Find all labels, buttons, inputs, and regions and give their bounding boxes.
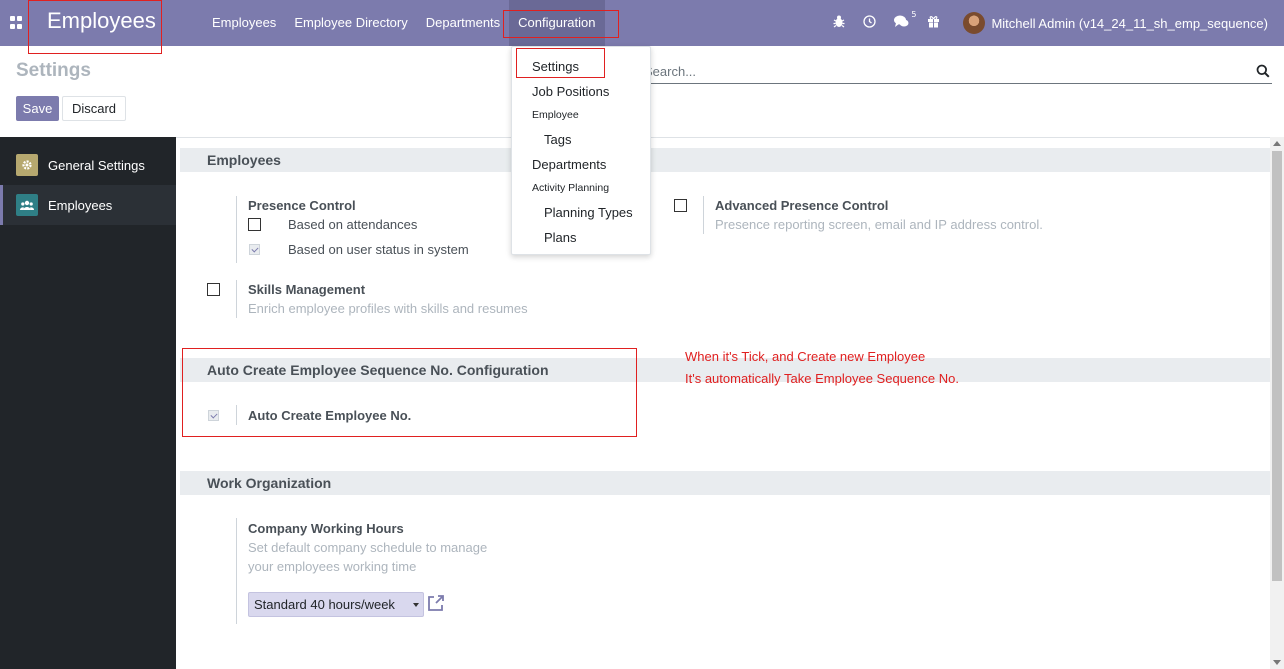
skills-checkbox[interactable] [207, 283, 220, 296]
divider [236, 405, 237, 425]
user-status-checkbox[interactable] [249, 244, 260, 255]
systray: 5 Mitchell Admin (v14_24_11_sh_emp_seque… [824, 0, 1284, 46]
sidebar-item-general-settings[interactable]: General Settings [0, 145, 176, 185]
sidebar-item-employees[interactable]: Employees [0, 185, 176, 225]
save-button[interactable]: Save [16, 96, 59, 121]
bug-icon[interactable] [833, 15, 845, 32]
discard-button[interactable]: Discard [62, 96, 126, 121]
dropdown-item-planning-types[interactable]: Planning Types [544, 205, 633, 220]
clock-icon[interactable] [863, 14, 877, 32]
search-input[interactable] [640, 60, 1230, 82]
dropdown-item-job-positions[interactable]: Job Positions [532, 84, 609, 99]
dropdown-header-activity-planning: Activity Planning [532, 182, 610, 194]
sidebar-item-label: Employees [48, 197, 113, 213]
attendances-label: Based on attendances [288, 217, 418, 232]
working-hours-value: Standard 40 hours/week [254, 597, 395, 612]
users-icon [16, 194, 38, 216]
menu-employee-directory[interactable]: Employee Directory [285, 0, 416, 46]
user-status-label: Based on user status in system [288, 242, 469, 257]
app-brand[interactable]: Employees [47, 8, 156, 34]
main-menu: Employees Employee Directory Departments… [203, 0, 605, 46]
search-icon[interactable] [1256, 64, 1270, 78]
annotation-note-line1: When it's Tick, and Create new Employee [685, 349, 926, 364]
dropdown-item-departments[interactable]: Departments [532, 157, 606, 172]
working-hours-desc-line1: Set default company schedule to manage [248, 540, 488, 555]
section-work-org-header: Work Organization [180, 471, 1270, 495]
settings-content: Employees Presence Control Based on atte… [176, 137, 1270, 669]
apps-menu-icon[interactable] [10, 16, 23, 29]
advanced-presence-label: Advanced Presence Control [715, 198, 889, 213]
divider [236, 518, 237, 624]
annotation-note-line2: It's automatically Take Employee Sequenc… [685, 371, 959, 386]
attendances-checkbox[interactable] [248, 218, 261, 231]
dropdown-item-tags[interactable]: Tags [544, 132, 571, 147]
divider [236, 280, 237, 318]
section-employees-header: Employees [180, 148, 1270, 172]
user-avatar[interactable] [963, 12, 986, 34]
scroll-up-arrow[interactable] [1273, 141, 1281, 146]
auto-create-employee-no-checkbox[interactable] [208, 410, 219, 421]
dropdown-item-plans[interactable]: Plans [544, 230, 577, 245]
search-bar [640, 60, 1272, 84]
advanced-presence-checkbox[interactable] [674, 199, 687, 212]
configuration-dropdown: Settings Job Positions Employee Tags Dep… [511, 46, 651, 255]
chat-count-badge: 5 [911, 9, 917, 19]
page-title: Settings [16, 60, 91, 81]
vertical-scrollbar[interactable] [1270, 137, 1284, 669]
skills-desc: Enrich employee profiles with skills and… [248, 301, 528, 316]
gift-icon[interactable] [927, 15, 940, 32]
working-hours-select[interactable]: Standard 40 hours/week [248, 592, 424, 617]
company-working-hours-label: Company Working Hours [248, 521, 404, 536]
divider [236, 196, 237, 263]
top-navbar: Employees Employees Employee Directory D… [0, 0, 1284, 46]
caret-down-icon [413, 603, 419, 607]
chat-icon[interactable]: 5 [894, 10, 916, 32]
skills-label: Skills Management [248, 282, 366, 297]
working-hours-desc-line2: your employees working time [248, 559, 417, 574]
menu-employees[interactable]: Employees [203, 0, 285, 46]
settings-sidebar: General Settings Employees [0, 137, 176, 669]
scroll-down-arrow[interactable] [1273, 660, 1281, 665]
dropdown-header-employee: Employee [532, 109, 579, 121]
gear-icon [16, 154, 38, 176]
menu-departments[interactable]: Departments [417, 0, 509, 46]
external-link-icon[interactable] [426, 593, 446, 613]
divider [703, 196, 704, 234]
auto-create-employee-no-label: Auto Create Employee No. [248, 408, 412, 423]
presence-control-label: Presence Control [248, 198, 356, 213]
dropdown-item-settings[interactable]: Settings [532, 59, 579, 74]
scrollbar-thumb[interactable] [1272, 151, 1282, 581]
menu-configuration[interactable]: Configuration [509, 0, 605, 46]
user-menu[interactable]: Mitchell Admin (v14_24_11_sh_emp_sequenc… [991, 16, 1268, 31]
advanced-presence-desc: Presence reporting screen, email and IP … [715, 217, 1043, 232]
sidebar-item-label: General Settings [48, 157, 145, 173]
